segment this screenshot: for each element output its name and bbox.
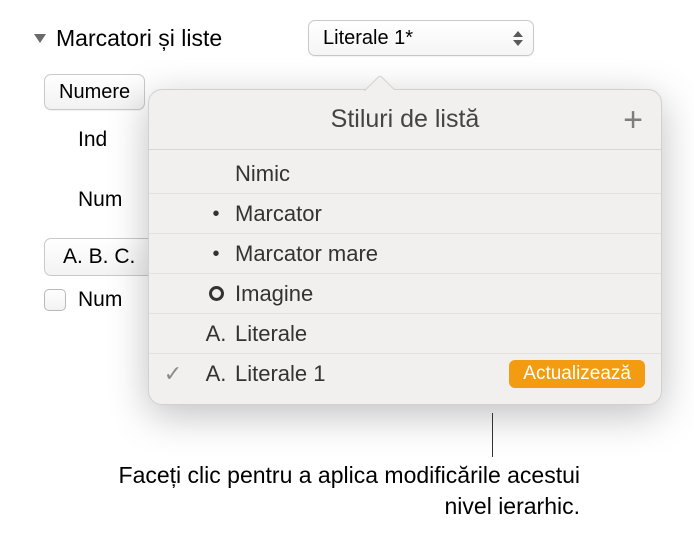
style-item-none[interactable]: Nimic bbox=[149, 154, 661, 194]
section-title: Marcatori și liste bbox=[56, 25, 222, 52]
add-style-button[interactable]: + bbox=[623, 103, 643, 137]
checkmark-icon: ✓ bbox=[149, 361, 197, 387]
bullet-letter: A. bbox=[197, 321, 235, 347]
style-item-lettered[interactable]: A. Literale bbox=[149, 314, 661, 354]
update-style-button[interactable]: Actualizează bbox=[509, 360, 645, 388]
numbers-button[interactable]: Numere bbox=[44, 74, 145, 110]
style-item-big-bullet[interactable]: • Marcator mare bbox=[149, 234, 661, 274]
style-list: Nimic • Marcator • Marcator mare Imagine… bbox=[149, 150, 661, 404]
popover-arrow-icon bbox=[364, 75, 394, 91]
list-styles-popover: Stiluri de listă + Nimic • Marcator • Ma… bbox=[148, 89, 662, 405]
bullets-lists-section-header: Marcatori și liste Literale 1* bbox=[14, 20, 554, 74]
bullet-ring-icon bbox=[197, 286, 235, 301]
style-item-image[interactable]: Imagine bbox=[149, 274, 661, 314]
callout-text: Faceți clic pentru a aplica modificările… bbox=[100, 460, 580, 522]
bullet-dot-icon: • bbox=[197, 204, 235, 224]
style-item-lettered-1[interactable]: ✓ A. Literale 1 Actualizează bbox=[149, 354, 661, 394]
list-style-select[interactable]: Literale 1* bbox=[308, 20, 534, 56]
bullet-dot-icon: • bbox=[197, 244, 235, 264]
chevrons-icon bbox=[513, 31, 523, 46]
numbering-format-button[interactable]: A. B. C. bbox=[44, 238, 154, 276]
callout-line bbox=[492, 413, 493, 457]
popover-title: Stiluri de listă bbox=[331, 105, 480, 134]
disclosure-triangle-icon[interactable] bbox=[34, 34, 46, 43]
list-style-value: Literale 1* bbox=[323, 27, 413, 50]
style-item-bullet[interactable]: • Marcator bbox=[149, 194, 661, 234]
tiered-numbers-checkbox[interactable] bbox=[44, 289, 66, 311]
bullet-letter: A. bbox=[197, 361, 235, 387]
popover-header: Stiluri de listă + bbox=[149, 90, 661, 150]
checkbox-label: Num bbox=[78, 288, 122, 312]
